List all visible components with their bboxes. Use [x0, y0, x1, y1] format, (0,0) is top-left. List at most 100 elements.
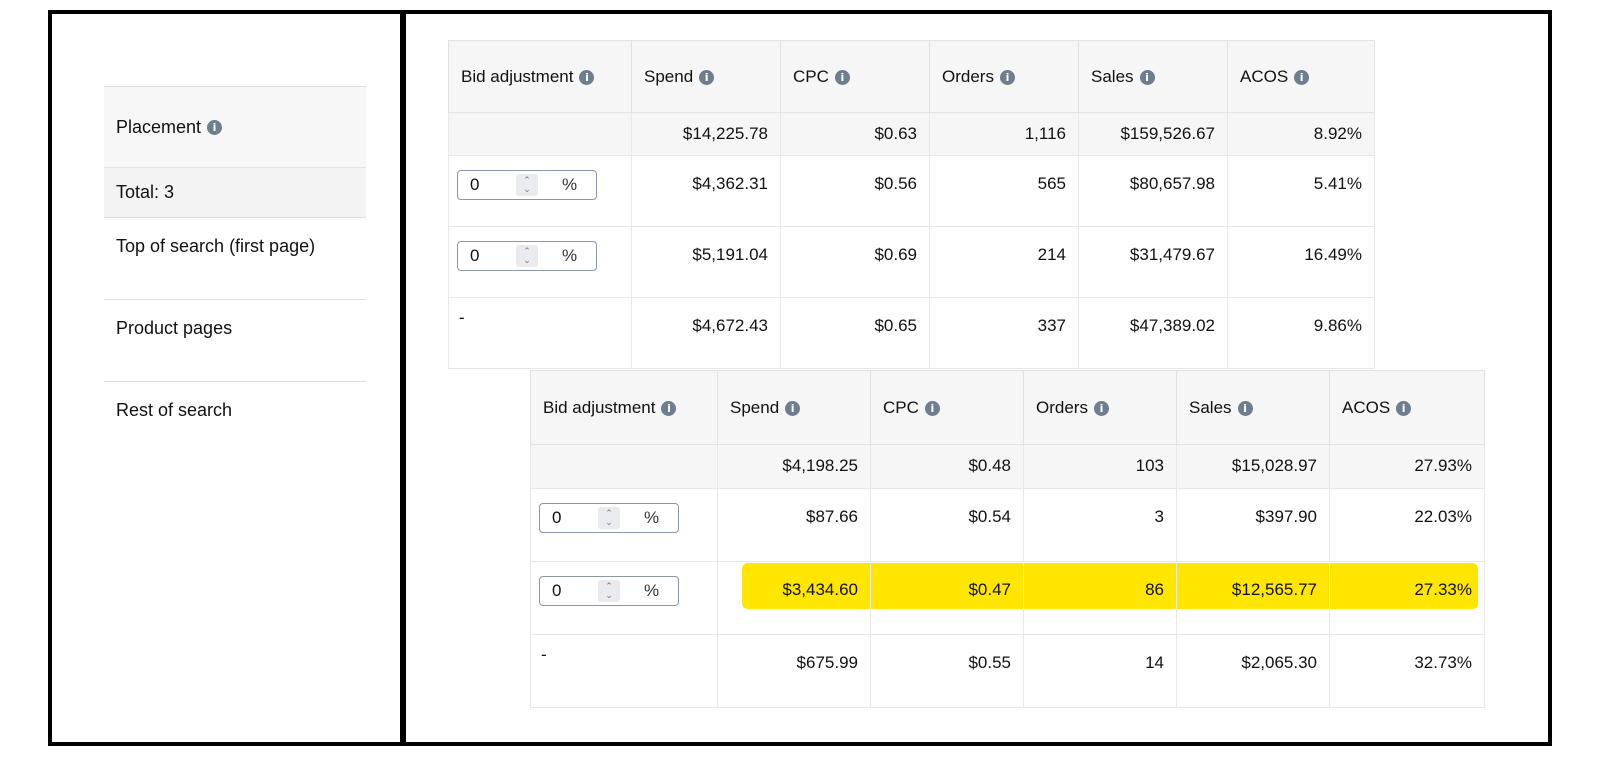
- info-icon[interactable]: i: [661, 400, 677, 416]
- info-icon[interactable]: i: [999, 69, 1015, 85]
- col-acos[interactable]: ACOS i: [1329, 370, 1485, 445]
- stepper-icon[interactable]: ⌃ ⌄: [598, 507, 620, 529]
- bid-adjustment-input[interactable]: 0 ⌃ ⌄ %: [539, 503, 679, 533]
- sales-cell: $31,479.67: [1078, 226, 1228, 298]
- stepper-icon[interactable]: ⌃ ⌄: [598, 580, 620, 602]
- bid-adjustment-cell: -: [530, 634, 718, 708]
- bid-adjustment-input[interactable]: 0 ⌃ ⌄ %: [457, 241, 597, 271]
- total-orders: 1,116: [929, 112, 1079, 156]
- placement-row-rest-of-search: Rest of search: [116, 400, 233, 420]
- panel-divider: [400, 10, 406, 746]
- spend-cell: $5,191.04: [631, 226, 781, 298]
- bid-value[interactable]: 0: [458, 246, 516, 266]
- placement-metrics-table-2: Bid adjustment i Spend i CPC i Orders i Sale…: [530, 370, 1485, 708]
- table-row: - $675.99 $0.55 14 $2,065.30 32.73%: [530, 634, 1485, 708]
- col-bid-adjustment[interactable]: Bid adjustment i: [448, 40, 632, 113]
- cpc-cell: $0.56: [780, 155, 930, 227]
- info-icon[interactable]: i: [834, 69, 850, 85]
- table-row: - $4,672.43 $0.65 337 $47,389.02 9.86%: [448, 297, 1375, 369]
- col-spend[interactable]: Spend i: [717, 370, 871, 445]
- sales-cell: $2,065.30: [1176, 634, 1330, 708]
- placement-header-label: Placement: [116, 116, 202, 137]
- col-cpc[interactable]: CPC i: [870, 370, 1024, 445]
- stepper-icon[interactable]: ⌃ ⌄: [516, 174, 538, 196]
- col-orders[interactable]: Orders i: [1023, 370, 1177, 445]
- table-row: 0 ⌃ ⌄ % $5,191.04 $0.69 214 $31,479.67 16…: [448, 226, 1375, 298]
- bid-adjustment-cell: 0 ⌃ ⌄ %: [530, 561, 718, 635]
- sales-cell: $12,565.77: [1176, 561, 1330, 635]
- spend-cell: $675.99: [717, 634, 871, 708]
- acos-cell: 9.86%: [1227, 297, 1375, 369]
- orders-cell: 565: [929, 155, 1079, 227]
- totals-row: $4,198.25 $0.48 103 $15,028.97 27.93%: [530, 444, 1485, 489]
- total-spend: $14,225.78: [631, 112, 781, 156]
- info-icon[interactable]: i: [924, 400, 940, 416]
- table-row: 0 ⌃ ⌄ % $4,362.31 $0.56 565 $80,657.98 5.…: [448, 155, 1375, 227]
- acos-cell: 5.41%: [1227, 155, 1375, 227]
- info-icon[interactable]: i: [785, 400, 801, 416]
- col-orders[interactable]: Orders i: [929, 40, 1079, 113]
- stepper-icon[interactable]: ⌃ ⌄: [516, 245, 538, 267]
- cpc-cell: $0.65: [780, 297, 930, 369]
- info-icon[interactable]: i: [1294, 69, 1310, 85]
- total-acos: 27.93%: [1329, 444, 1485, 489]
- spend-cell: $4,672.43: [631, 297, 781, 369]
- totals-row: $14,225.78 $0.63 1,116 $159,526.67 8.92%: [448, 112, 1375, 156]
- table-header-row: Bid adjustment i Spend i CPC i Orders i Sale…: [448, 40, 1375, 113]
- cpc-cell: $0.47: [870, 561, 1024, 635]
- bid-adjustment-input[interactable]: 0 ⌃ ⌄ %: [457, 170, 597, 200]
- bid-value[interactable]: 0: [540, 508, 598, 528]
- bid-adjustment-cell: -: [448, 297, 632, 369]
- info-icon[interactable]: i: [699, 69, 715, 85]
- total-spend: $4,198.25: [717, 444, 871, 489]
- orders-cell: 337: [929, 297, 1079, 369]
- placement-column: Placement i Total: 3 Top of search (firs…: [104, 86, 366, 464]
- table-row-highlighted: 0 ⌃ ⌄ % $3,434.60 $0.47 86 $12,565.77 27.…: [530, 561, 1485, 635]
- info-icon[interactable]: i: [1396, 400, 1412, 416]
- info-icon[interactable]: i: [1093, 400, 1109, 416]
- cpc-cell: $0.55: [870, 634, 1024, 708]
- orders-cell: 14: [1023, 634, 1177, 708]
- spend-cell: $3,434.60: [717, 561, 871, 635]
- sales-cell: $80,657.98: [1078, 155, 1228, 227]
- acos-cell: 16.49%: [1227, 226, 1375, 298]
- info-icon[interactable]: i: [1139, 69, 1155, 85]
- total-acos: 8.92%: [1227, 112, 1375, 156]
- cpc-cell: $0.69: [780, 226, 930, 298]
- percent-symbol: %: [562, 175, 578, 194]
- bid-value[interactable]: 0: [458, 175, 516, 195]
- sales-cell: $47,389.02: [1078, 297, 1228, 369]
- total-cpc: $0.48: [870, 444, 1024, 489]
- col-sales[interactable]: Sales i: [1176, 370, 1330, 445]
- col-acos[interactable]: ACOS i: [1227, 40, 1375, 113]
- spend-cell: $87.66: [717, 488, 871, 562]
- col-spend[interactable]: Spend i: [631, 40, 781, 113]
- table-row: 0 ⌃ ⌄ % $87.66 $0.54 3 $397.90 22.03%: [530, 488, 1485, 562]
- totals-bid-cell: [530, 444, 718, 489]
- placement-metrics-table-1: Bid adjustment i Spend i CPC i Orders i Sale…: [448, 40, 1375, 369]
- acos-cell: 22.03%: [1329, 488, 1485, 562]
- total-sales: $159,526.67: [1078, 112, 1228, 156]
- info-icon[interactable]: i: [579, 69, 595, 85]
- placement-row-top-of-search: Top of search (first page): [104, 218, 366, 300]
- orders-cell: 3: [1023, 488, 1177, 562]
- percent-symbol: %: [644, 581, 660, 600]
- sales-cell: $397.90: [1176, 488, 1330, 562]
- info-icon[interactable]: i: [207, 119, 223, 135]
- spend-cell: $4,362.31: [631, 155, 781, 227]
- percent-symbol: %: [644, 508, 660, 527]
- placement-header: Placement i: [104, 86, 366, 168]
- info-icon[interactable]: i: [1237, 400, 1253, 416]
- table-header-row: Bid adjustment i Spend i CPC i Orders i Sale…: [530, 370, 1485, 445]
- acos-cell: 27.33%: [1329, 561, 1485, 635]
- bid-adjustment-input[interactable]: 0 ⌃ ⌄ %: [539, 576, 679, 606]
- total-orders: 103: [1023, 444, 1177, 489]
- bid-value[interactable]: 0: [540, 581, 598, 601]
- bid-adjustment-cell: 0 ⌃ ⌄ %: [530, 488, 718, 562]
- col-sales[interactable]: Sales i: [1078, 40, 1228, 113]
- cpc-cell: $0.54: [870, 488, 1024, 562]
- col-bid-adjustment[interactable]: Bid adjustment i: [530, 370, 718, 445]
- col-cpc[interactable]: CPC i: [780, 40, 930, 113]
- orders-cell: 86: [1023, 561, 1177, 635]
- orders-cell: 214: [929, 226, 1079, 298]
